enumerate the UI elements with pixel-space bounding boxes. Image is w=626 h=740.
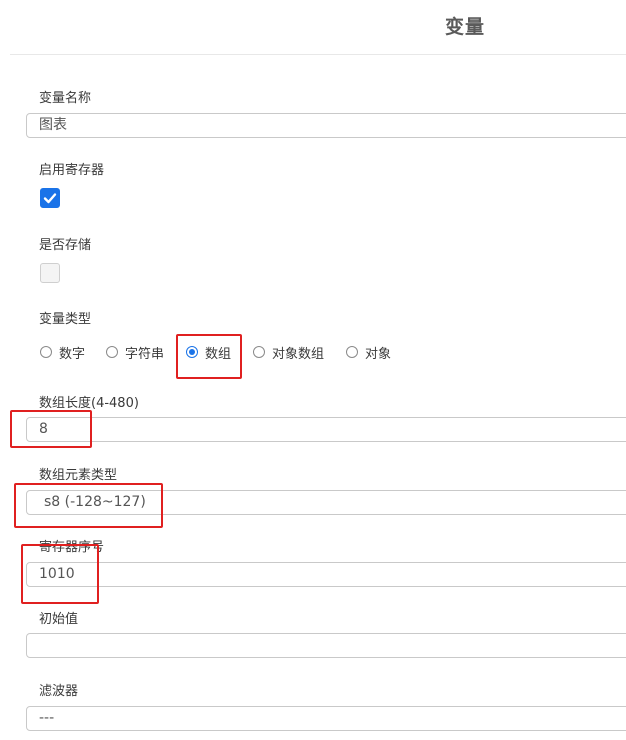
header-divider (10, 54, 626, 55)
filter-label: 滤波器 (39, 684, 79, 699)
radio-label: 数字 (59, 346, 86, 362)
radio-option-string[interactable]: 字符串 (106, 342, 164, 362)
dialog-title: 变量 (445, 16, 486, 38)
dialog-header: 变量 (0, 0, 626, 55)
variable-type-radio-group: 数字 字符串 数组 对象数组 对象 (40, 342, 440, 362)
radio-option-object-array[interactable]: 对象数组 (253, 342, 324, 362)
is-stored-label: 是否存储 (39, 238, 92, 253)
enable-register-label: 启用寄存器 (39, 163, 105, 178)
radio-option-object[interactable]: 对象 (346, 342, 391, 362)
radio-label: 数组 (205, 346, 232, 362)
variable-name-input[interactable]: 图表 (26, 113, 626, 138)
filter-select[interactable]: --- (26, 706, 626, 731)
radio-label: 对象数组 (272, 346, 325, 362)
variable-type-label: 变量类型 (39, 312, 92, 327)
element-type-select[interactable]: s8 (-128~127) (26, 490, 626, 515)
radio-circle-icon (346, 346, 358, 358)
initial-value-input[interactable] (26, 633, 626, 658)
register-index-input[interactable]: 1010 (26, 562, 626, 587)
radio-label: 对象 (365, 346, 392, 362)
checkmark-icon (43, 193, 57, 204)
array-length-label: 数组长度(4-480) (39, 396, 139, 411)
radio-circle-icon (253, 346, 265, 358)
initial-value-label: 初始值 (39, 612, 79, 627)
register-index-label: 寄存器序号 (39, 540, 105, 555)
radio-option-number[interactable]: 数字 (40, 342, 85, 362)
array-length-input[interactable]: 8 (26, 417, 626, 442)
radio-selected-icon (186, 346, 198, 358)
radio-option-array[interactable]: 数组 (186, 342, 231, 362)
variable-name-label: 变量名称 (39, 91, 92, 106)
radio-circle-icon (106, 346, 118, 358)
radio-circle-icon (40, 346, 52, 358)
element-type-label: 数组元素类型 (39, 468, 118, 483)
is-stored-checkbox[interactable] (40, 263, 60, 283)
radio-label: 字符串 (125, 346, 165, 362)
enable-register-checkbox[interactable] (40, 188, 60, 208)
